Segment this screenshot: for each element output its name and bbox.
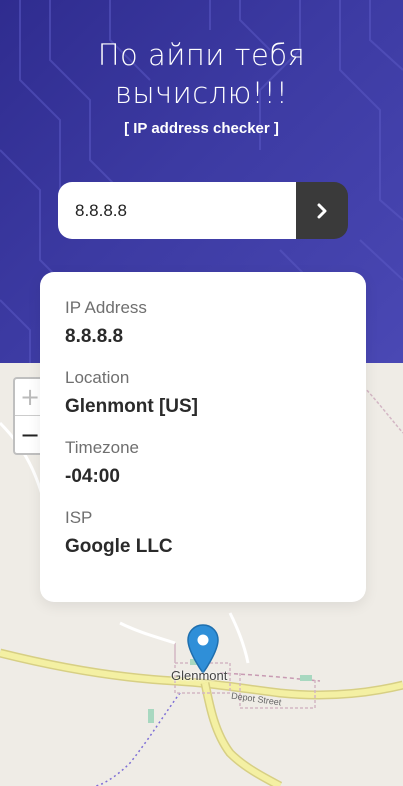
chevron-right-icon: [317, 203, 327, 218]
ip-address-value: 8.8.8.8: [65, 326, 124, 347]
ip-info-card: IP Address 8.8.8.8 Location Glenmont [US…: [40, 272, 366, 602]
isp-label: ISP: [65, 508, 93, 527]
ip-address-item: IP Address 8.8.8.8: [65, 298, 341, 368]
page-title: По айпи тебя вычислю!!!: [0, 36, 403, 112]
ip-search-input[interactable]: [58, 182, 296, 239]
location-label: Location: [65, 368, 130, 387]
isp-item: ISP Google LLC: [65, 508, 341, 578]
location-item: Location Glenmont [US]: [65, 368, 341, 438]
page-subtitle: [ IP address checker ]: [124, 120, 279, 137]
search-submit-button[interactable]: [296, 182, 348, 239]
location-value: Glenmont [US]: [65, 396, 198, 417]
page-title-line1: По айпи тебя: [97, 38, 306, 72]
ip-search-form: [58, 182, 348, 239]
ip-address-label: IP Address: [65, 298, 147, 317]
timezone-value: -04:00: [65, 466, 120, 487]
page-title-line2: вычислю!!!: [114, 76, 289, 110]
isp-value: Google LLC: [65, 536, 173, 557]
timezone-item: Timezone -04:00: [65, 438, 341, 508]
timezone-label: Timezone: [65, 438, 140, 457]
map-place-label: Glenmont: [171, 668, 228, 683]
